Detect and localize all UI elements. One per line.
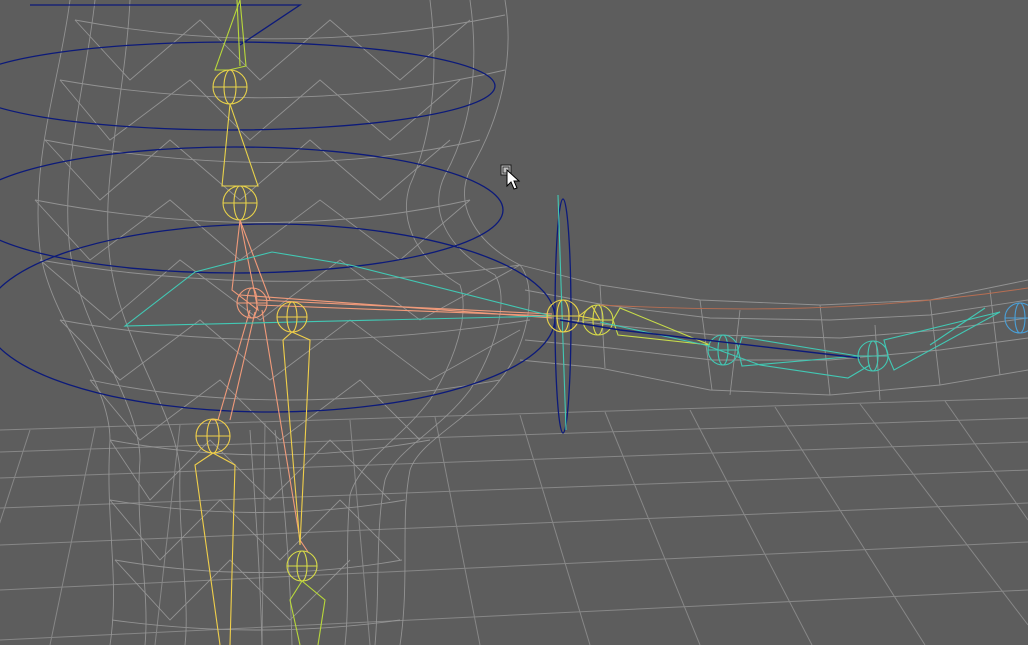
3d-viewport[interactable] [0, 0, 1028, 645]
viewport-canvas[interactable] [0, 0, 1028, 645]
